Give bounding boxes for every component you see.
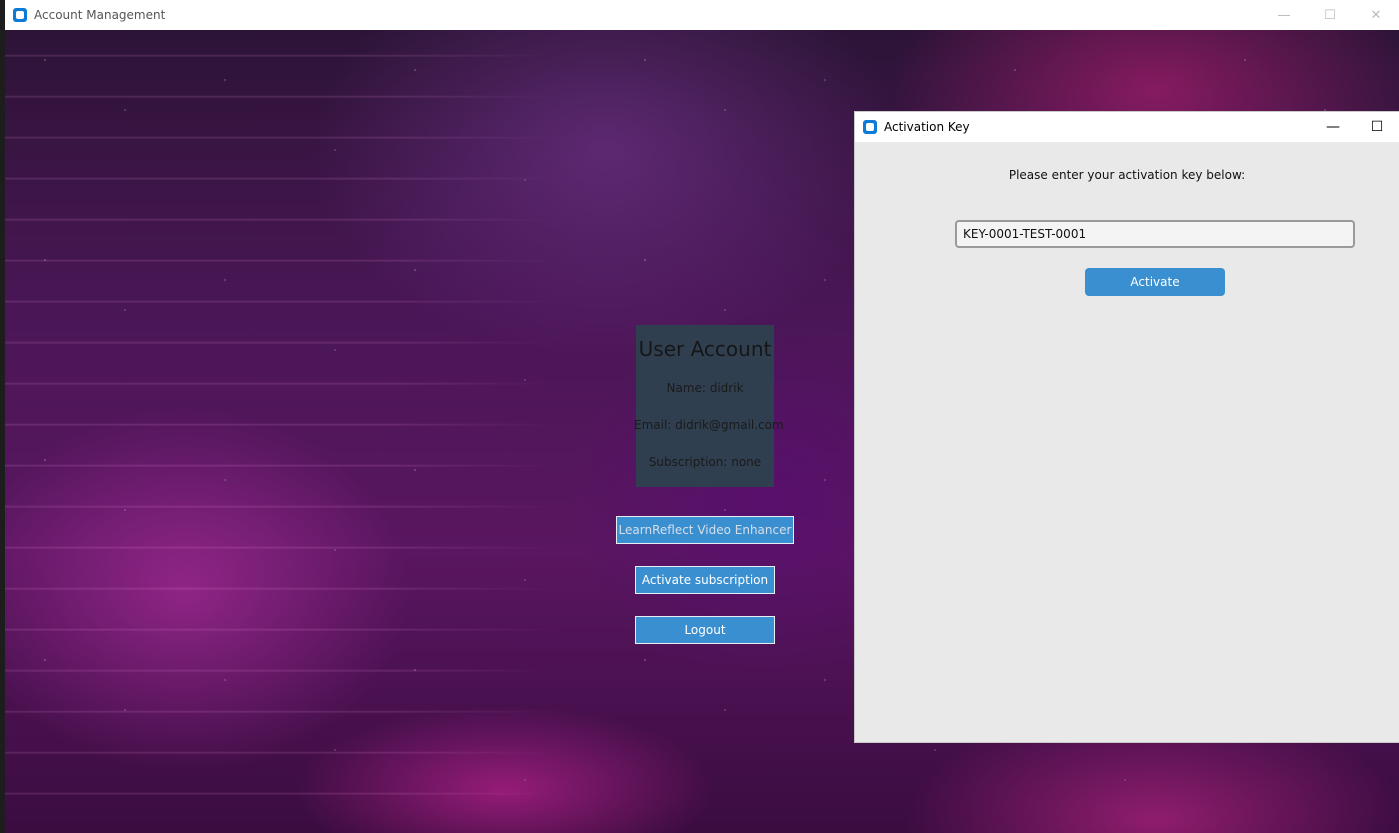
dialog-window-controls: — ☐ bbox=[1311, 112, 1399, 142]
dialog-title: Activation Key bbox=[884, 120, 970, 134]
minimize-icon[interactable]: — bbox=[1261, 0, 1307, 30]
activation-key-dialog: Activation Key — ☐ Please enter your act… bbox=[855, 112, 1399, 742]
user-name: Name: didrik bbox=[666, 381, 744, 395]
user-subscription: Subscription: none bbox=[648, 455, 762, 469]
maximize-icon[interactable]: ☐ bbox=[1307, 0, 1353, 30]
user-email: Email: didrik@gmail.com bbox=[634, 418, 784, 432]
video-enhancer-button[interactable]: LearnReflect Video Enhancer bbox=[616, 516, 794, 544]
dialog-titlebar: Activation Key — ☐ bbox=[855, 112, 1399, 142]
activation-prompt: Please enter your activation key below: bbox=[1008, 168, 1246, 182]
user-account-card: User Account Name: didrik Email: didrik@… bbox=[634, 325, 784, 487]
window-title: Account Management bbox=[34, 8, 166, 22]
maximize-icon[interactable]: ☐ bbox=[1355, 112, 1399, 142]
window-controls: — ☐ ✕ bbox=[1261, 0, 1399, 30]
app-icon bbox=[13, 8, 27, 22]
minimize-icon[interactable]: — bbox=[1311, 112, 1355, 142]
logout-button[interactable]: Logout bbox=[635, 616, 775, 644]
card-title: User Account bbox=[638, 337, 772, 361]
activate-subscription-button[interactable]: Activate subscription bbox=[635, 566, 775, 594]
main-titlebar: Account Management — ☐ ✕ bbox=[5, 0, 1399, 30]
activation-key-input[interactable] bbox=[955, 220, 1355, 248]
dialog-app-icon bbox=[863, 120, 877, 134]
activate-button[interactable]: Activate bbox=[1085, 268, 1225, 296]
close-icon[interactable]: ✕ bbox=[1353, 0, 1399, 30]
